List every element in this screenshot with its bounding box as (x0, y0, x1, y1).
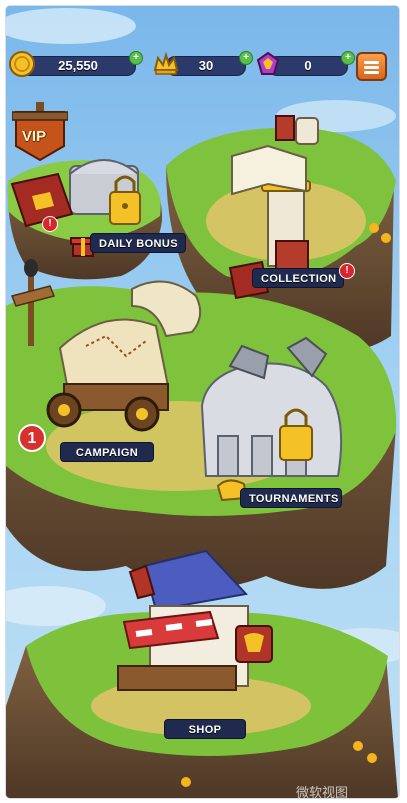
vip-label: VIP (22, 128, 47, 145)
shop-building[interactable] (116, 551, 276, 696)
gem-icon (256, 51, 280, 75)
add-gems-button[interactable]: + (341, 51, 355, 65)
daily-bonus-label[interactable]: DAILY BONUS (90, 233, 186, 253)
coins-counter: 25,550 + (20, 51, 143, 76)
collection-label[interactable]: COLLECTION (252, 268, 344, 288)
tournaments-label[interactable]: TOURNAMENTS (240, 488, 342, 508)
crown-icon (153, 51, 179, 75)
tournaments-ruin[interactable] (201, 336, 346, 481)
add-crowns-button[interactable]: + (239, 51, 253, 65)
watermark: 微软视图 (296, 786, 349, 798)
menu-icon (364, 61, 379, 64)
coins-value: 25,550 (58, 58, 98, 73)
campaign-count-badge: 1 (18, 424, 46, 452)
daily-bonus-chest[interactable] (66, 156, 161, 231)
collection-alert-badge: ! (339, 263, 355, 279)
book-button[interactable] (10, 171, 72, 229)
campaign-label[interactable]: CAMPAIGN (60, 442, 154, 462)
shop-label[interactable]: SHOP (164, 719, 246, 739)
coin-icon (9, 51, 35, 77)
menu-button[interactable] (356, 52, 387, 81)
campaign-wagon[interactable] (46, 286, 196, 431)
game-screen: 25,550 + 30 + 0 + VIP ! DAILY BONUS COLL… (6, 6, 399, 798)
resource-bar: 25,550 + 30 + 0 + (6, 50, 399, 80)
collection-building[interactable] (228, 114, 328, 264)
add-coins-button[interactable]: + (129, 51, 143, 65)
